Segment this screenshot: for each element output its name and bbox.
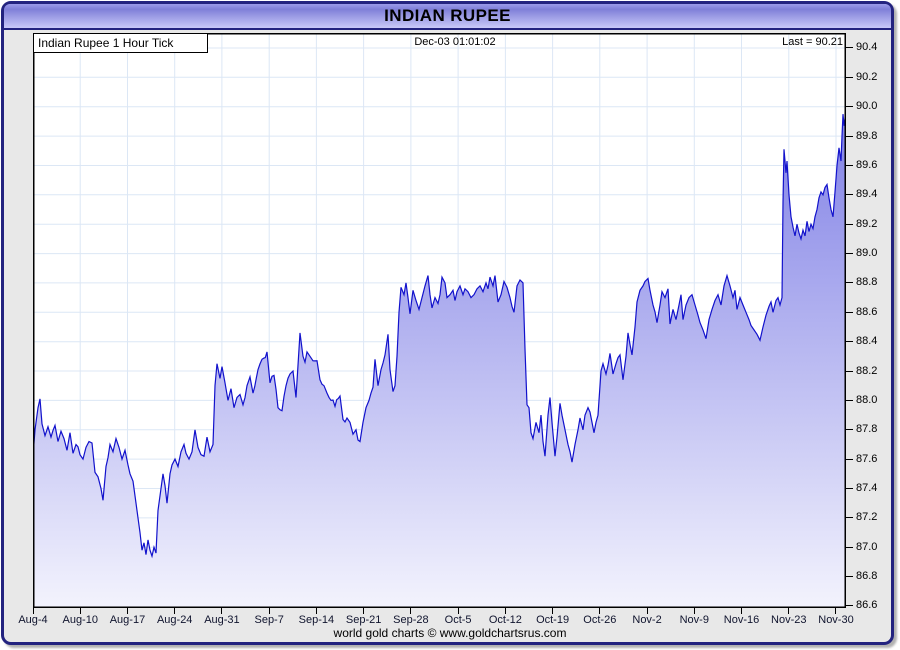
x-tick-label: Aug-17 <box>109 614 146 626</box>
x-axis: Aug-4 Aug-10 Aug-17 Aug-24 Aug-31 Sep-7 Sep-14… <box>0 0 900 650</box>
x-tick-label: Nov-16 <box>723 614 760 626</box>
screenshot-stage: INDIAN RUPEE Indian Rupee 1 Hour Tick De… <box>0 0 900 650</box>
chart-footer: world gold charts © www.goldchartsrus.co… <box>333 626 567 640</box>
x-tick-label: Oct-19 <box>536 614 570 626</box>
x-tick-label: Oct-26 <box>583 614 617 626</box>
chart-series-label: Indian Rupee 1 Hour Tick <box>38 36 174 50</box>
x-tick-label: Aug-10 <box>62 614 98 626</box>
x-tick-label: Nov-30 <box>818 614 854 626</box>
x-tick-label: Sep-28 <box>393 614 429 626</box>
x-tick-label: Sep-14 <box>298 614 335 626</box>
x-tick-label: Nov-9 <box>679 614 709 626</box>
x-tick-label: Nov-23 <box>771 614 807 626</box>
x-tick-label: Oct-5 <box>444 614 472 626</box>
x-tick-label: Oct-12 <box>488 614 522 626</box>
x-tick-label: Sep-7 <box>254 614 284 626</box>
x-tick-label: Aug-24 <box>156 614 193 626</box>
chart-last-value: Last = 90.21 <box>782 36 843 48</box>
x-tick-label: Nov-2 <box>632 614 662 626</box>
x-tick-label: Aug-4 <box>18 614 48 626</box>
x-tick-label: Aug-31 <box>204 614 240 626</box>
chart-series-label-box: Indian Rupee 1 Hour Tick <box>33 33 208 53</box>
x-tick-label: Sep-21 <box>345 614 382 626</box>
chart-timestamp: Dec-03 01:01:02 <box>414 36 496 48</box>
